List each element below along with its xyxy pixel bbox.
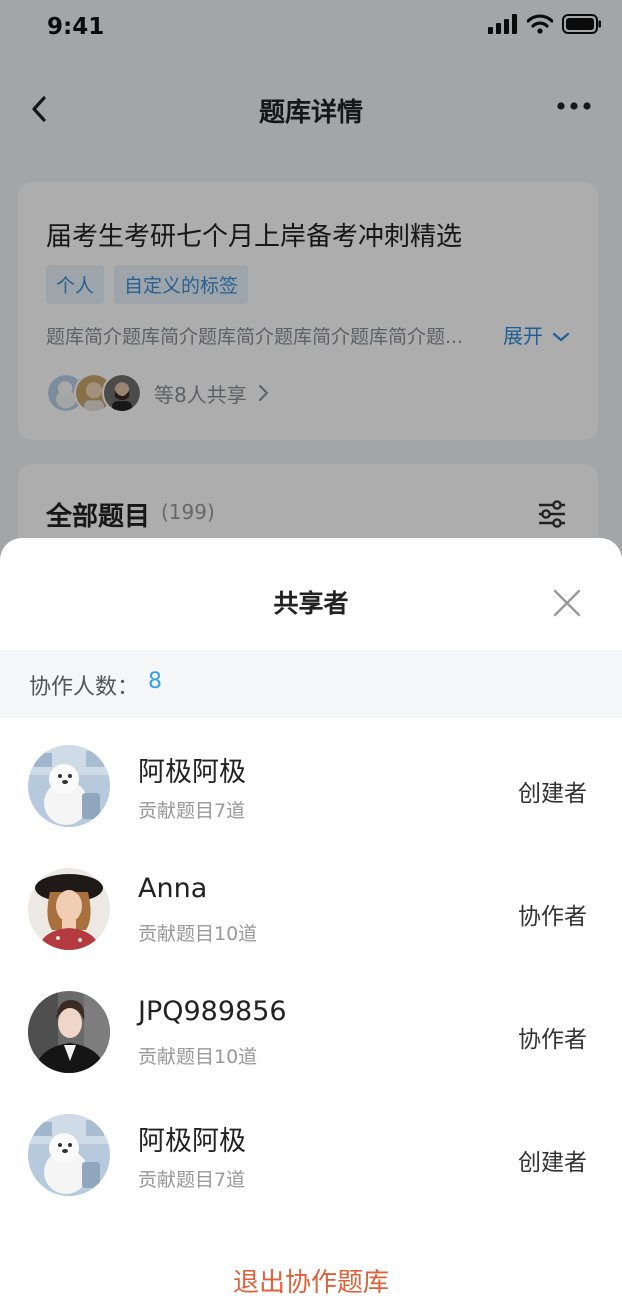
avatar (28, 745, 110, 827)
avatar (28, 868, 110, 950)
member-row[interactable]: JPQ989856 贡献题目10道 协作者 (0, 964, 622, 1087)
member-role: 创建者 (518, 1150, 587, 1176)
avatar (28, 991, 110, 1073)
member-role: 创建者 (518, 781, 587, 807)
collaborator-count-bar: 协作人数： 8 (0, 650, 622, 718)
member-role: 协作者 (518, 904, 587, 930)
member-name: JPQ989856 (138, 996, 287, 1027)
sharers-sheet: 共享者 协作人数： 8 阿极阿极 贡献题目7道 创建者 Anna 贡献题目10道… (0, 538, 622, 1312)
collaborator-count-label: 协作人数： (29, 675, 140, 700)
member-row[interactable]: 阿极阿极 贡献题目7道 创建者 (0, 718, 622, 841)
sheet-title: 共享者 (273, 589, 349, 618)
collaborator-count-value: 8 (148, 669, 162, 694)
member-role: 协作者 (518, 1027, 587, 1053)
sheet-header: 共享者 (0, 538, 622, 650)
member-name: Anna (138, 873, 208, 904)
member-name: 阿极阿极 (138, 1126, 246, 1157)
member-row[interactable]: 阿极阿极 贡献题目7道 创建者 (0, 1087, 622, 1210)
member-row[interactable]: Anna 贡献题目10道 协作者 (0, 841, 622, 964)
member-contribution: 贡献题目7道 (138, 1169, 246, 1191)
screen: 9:41 题库详情 届考生考研七个月上岸备考冲刺精选 个人 自定义的标签 题库简… (0, 0, 622, 1312)
member-contribution: 贡献题目10道 (138, 923, 258, 945)
member-contribution: 贡献题目7道 (138, 800, 246, 822)
member-contribution: 贡献题目10道 (138, 1046, 258, 1068)
exit-collaboration-button[interactable]: 退出协作题库 (0, 1262, 622, 1299)
close-icon[interactable] (550, 586, 584, 620)
member-name: 阿极阿极 (138, 757, 246, 788)
avatar (28, 1114, 110, 1196)
